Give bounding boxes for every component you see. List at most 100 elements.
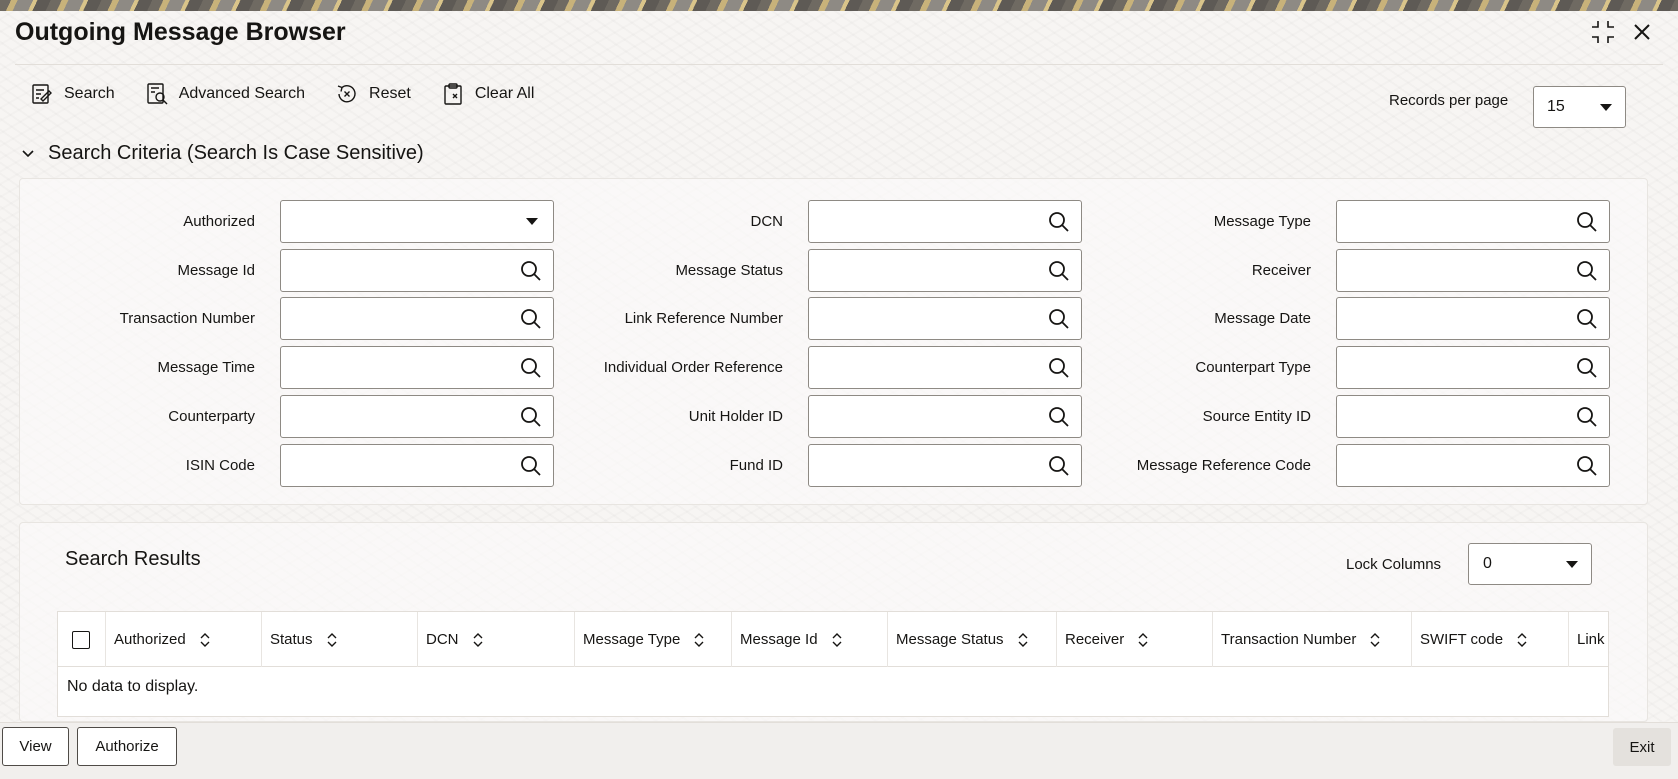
reset-icon xyxy=(337,85,356,103)
message-time-field[interactable] xyxy=(280,346,554,389)
authorized-select[interactable] xyxy=(280,200,554,243)
sort-icon[interactable] xyxy=(1368,632,1382,648)
column-header-status[interactable]: Status xyxy=(262,612,418,667)
advanced-search-button-label: Advanced Search xyxy=(178,85,306,102)
lock-columns-label: Lock Columns xyxy=(1346,556,1442,573)
search-icon[interactable] xyxy=(1047,210,1071,234)
transaction-number-field[interactable] xyxy=(280,297,554,340)
column-header-transaction-number[interactable]: Transaction Number xyxy=(1213,612,1412,667)
column-header-label: SWIFT code xyxy=(1420,631,1504,648)
exit-button[interactable]: Exit xyxy=(1613,728,1671,766)
message-reference-code-label: Message Reference Code xyxy=(1136,457,1311,474)
column-header-swift-code[interactable]: SWIFT code xyxy=(1412,612,1569,667)
column-header-label: DCN xyxy=(426,631,459,648)
authorize-button[interactable]: Authorize xyxy=(77,727,177,766)
clear-all-button-label: Clear All xyxy=(474,85,535,102)
link-reference-number-field[interactable] xyxy=(808,297,1082,340)
column-header-label: Message Type xyxy=(583,631,681,648)
select-all-checkbox[interactable] xyxy=(72,631,90,649)
column-header-message-type[interactable]: Message Type xyxy=(575,612,732,667)
search-icon[interactable] xyxy=(1575,259,1599,283)
counterparty-field[interactable] xyxy=(280,395,554,438)
column-header-dcn[interactable]: DCN xyxy=(418,612,575,667)
message-id-label: Message Id xyxy=(177,262,255,279)
sort-icon[interactable] xyxy=(1515,632,1529,648)
message-id-field[interactable] xyxy=(280,249,554,292)
view-button[interactable]: View xyxy=(2,727,69,766)
individual-order-reference-label: Individual Order Reference xyxy=(603,359,783,376)
search-criteria-header: Search Criteria (Search Is Case Sensitiv… xyxy=(48,142,424,164)
counterpart-type-field[interactable] xyxy=(1336,346,1610,389)
search-icon[interactable] xyxy=(1047,405,1071,429)
isin-code-field[interactable] xyxy=(280,444,554,487)
fund-id-field[interactable] xyxy=(808,444,1082,487)
column-header-label: Status xyxy=(270,631,313,648)
column-header-label: Message Status xyxy=(896,631,1004,648)
results-table: Authorized Status DCN Message Type Messa… xyxy=(57,611,1609,717)
sort-icon[interactable] xyxy=(325,632,339,648)
sort-icon[interactable] xyxy=(1016,632,1030,648)
search-icon[interactable] xyxy=(1575,210,1599,234)
search-icon[interactable] xyxy=(1575,356,1599,380)
dcn-field[interactable] xyxy=(808,200,1082,243)
column-header-label: Authorized xyxy=(114,631,186,648)
counterparty-label: Counterparty xyxy=(168,408,255,425)
column-header-label: Message Id xyxy=(740,631,818,648)
message-date-field[interactable] xyxy=(1336,297,1610,340)
unit-holder-id-label: Unit Holder ID xyxy=(688,408,783,425)
chevron-down-icon xyxy=(22,149,34,157)
column-header-message-id[interactable]: Message Id xyxy=(732,612,888,667)
search-icon[interactable] xyxy=(519,307,543,331)
search-icon[interactable] xyxy=(1575,454,1599,478)
sort-icon[interactable] xyxy=(198,632,212,648)
empty-message: No data to display. xyxy=(67,678,199,695)
column-header-message-status[interactable]: Message Status xyxy=(888,612,1057,667)
individual-order-reference-field[interactable] xyxy=(808,346,1082,389)
unit-holder-id-field[interactable] xyxy=(808,395,1082,438)
search-icon[interactable] xyxy=(519,405,543,429)
records-per-page-value: 15 xyxy=(1547,98,1565,115)
search-icon[interactable] xyxy=(519,259,543,283)
records-per-page-select[interactable]: 15 xyxy=(1533,86,1626,128)
advanced-search-button[interactable]: Advanced Search xyxy=(145,78,305,110)
lock-columns-value: 0 xyxy=(1483,555,1492,572)
lock-columns-select[interactable]: 0 xyxy=(1468,543,1592,585)
records-per-page-label: Records per page xyxy=(1389,92,1509,109)
receiver-field[interactable] xyxy=(1336,249,1610,292)
search-button[interactable]: Search xyxy=(30,78,115,110)
message-type-field[interactable] xyxy=(1336,200,1610,243)
message-status-field[interactable] xyxy=(808,249,1082,292)
select-all-cell xyxy=(58,612,106,667)
clipboard-icon xyxy=(444,83,462,105)
clear-all-button[interactable]: Clear All xyxy=(441,78,535,110)
message-time-label: Message Time xyxy=(157,359,255,376)
sort-icon[interactable] xyxy=(830,632,844,648)
search-icon[interactable] xyxy=(519,356,543,380)
column-header-authorized[interactable]: Authorized xyxy=(106,612,262,667)
sort-icon[interactable] xyxy=(692,632,706,648)
isin-code-label: ISIN Code xyxy=(185,457,255,474)
sort-icon[interactable] xyxy=(471,632,485,648)
message-status-label: Message Status xyxy=(675,262,783,279)
column-header-receiver[interactable]: Receiver xyxy=(1057,612,1213,667)
sort-icon[interactable] xyxy=(1136,632,1150,648)
message-reference-code-field[interactable] xyxy=(1336,444,1610,487)
source-entity-id-field[interactable] xyxy=(1336,395,1610,438)
minimize-icon[interactable] xyxy=(1589,18,1617,46)
counterpart-type-label: Counterpart Type xyxy=(1195,359,1311,376)
fund-id-label: Fund ID xyxy=(729,457,783,474)
search-icon[interactable] xyxy=(1047,307,1071,331)
search-icon[interactable] xyxy=(519,454,543,478)
search-icon[interactable] xyxy=(1575,307,1599,331)
receiver-label: Receiver xyxy=(1251,262,1311,279)
link-reference-number-label: Link Reference Number xyxy=(624,310,783,327)
reset-button[interactable]: Reset xyxy=(335,78,411,110)
column-header-link[interactable]: Link xyxy=(1569,612,1608,667)
search-icon[interactable] xyxy=(1575,405,1599,429)
search-icon[interactable] xyxy=(1047,259,1071,283)
search-icon[interactable] xyxy=(1047,356,1071,380)
search-icon[interactable] xyxy=(1047,454,1071,478)
search-criteria-toggle[interactable]: Search Criteria (Search Is Case Sensitiv… xyxy=(20,142,424,165)
close-icon[interactable] xyxy=(1628,18,1656,46)
banner-strip xyxy=(0,0,1678,11)
